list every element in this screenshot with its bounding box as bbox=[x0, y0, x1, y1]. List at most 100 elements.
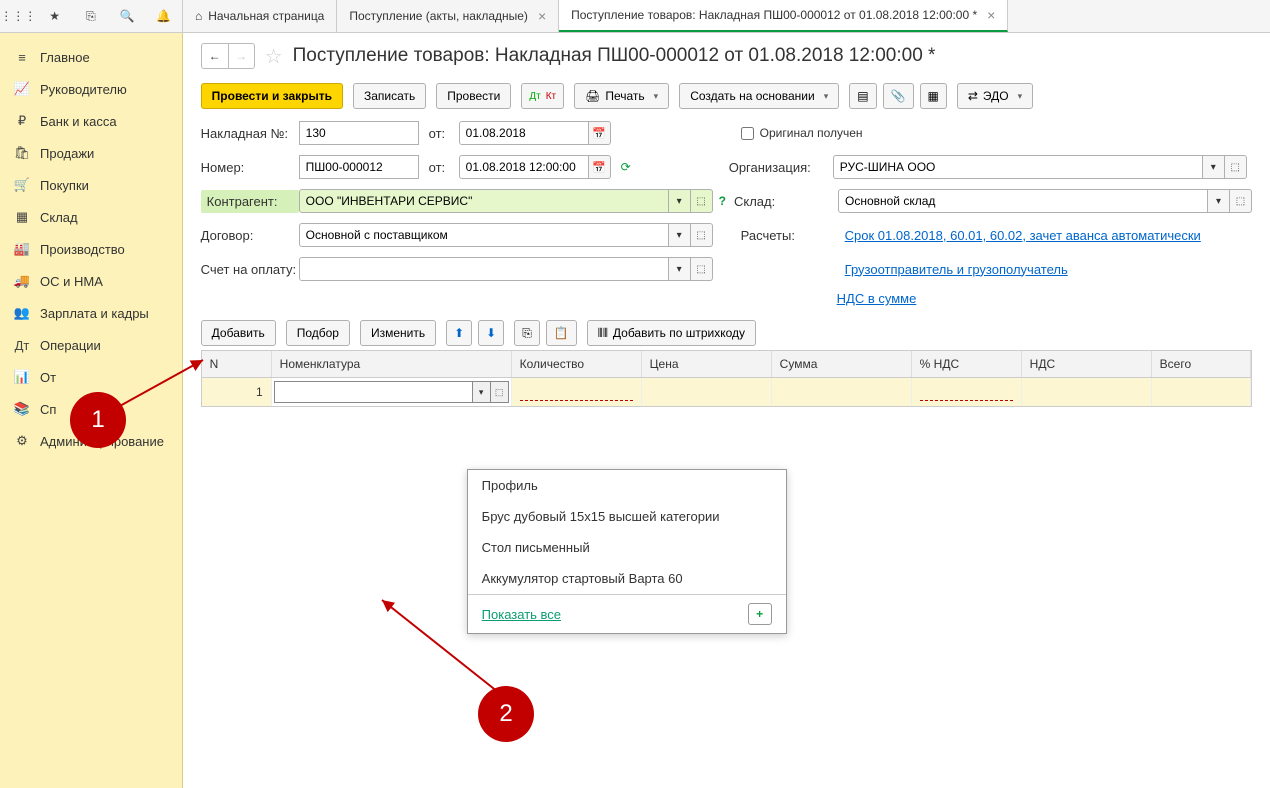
bill-input[interactable] bbox=[299, 257, 669, 281]
open-button[interactable] bbox=[691, 257, 713, 281]
warehouse-input[interactable] bbox=[838, 189, 1208, 213]
number-date-input[interactable] bbox=[459, 155, 589, 179]
create-based-button[interactable]: Создать на основании bbox=[679, 83, 839, 109]
ops-icon: Дт bbox=[14, 337, 30, 353]
favorite-icon[interactable]: ☆ bbox=[265, 44, 283, 69]
copy-button[interactable]: ⎘ bbox=[514, 320, 540, 346]
invoice-no-input[interactable] bbox=[299, 121, 419, 145]
sidebar-item-salary[interactable]: 👥Зарплата и кадры bbox=[0, 297, 182, 329]
post-and-close-button[interactable]: Провести и закрыть bbox=[201, 83, 343, 109]
cell-quantity[interactable] bbox=[512, 378, 642, 406]
nav-forward[interactable]: → bbox=[228, 44, 254, 68]
list-button[interactable]: ▦ bbox=[920, 83, 947, 109]
sidebar-item-assets[interactable]: 🚚ОС и НМА bbox=[0, 265, 182, 297]
add-row-button[interactable]: Добавить bbox=[201, 320, 276, 346]
save-button[interactable]: Записать bbox=[353, 83, 426, 109]
dropdown-item[interactable]: Стол письменный bbox=[468, 532, 786, 563]
counterparty-label: Контрагент: bbox=[201, 190, 299, 213]
tab-home[interactable]: ⌂ Начальная страница bbox=[183, 0, 337, 32]
add-new-button[interactable]: + bbox=[748, 603, 772, 625]
cell-total[interactable] bbox=[1152, 378, 1251, 406]
pick-button[interactable]: Подбор bbox=[286, 320, 350, 346]
cell-price[interactable] bbox=[642, 378, 772, 406]
registry-button[interactable]: ▤ bbox=[849, 83, 876, 109]
dropdown-item[interactable]: Аккумулятор стартовый Варта 60 bbox=[468, 563, 786, 594]
original-received-checkbox[interactable]: Оригинал получен bbox=[741, 126, 863, 140]
drop-button[interactable]: ▾ bbox=[669, 257, 691, 281]
open-button[interactable] bbox=[691, 189, 713, 213]
cell-sum[interactable] bbox=[772, 378, 912, 406]
sidebar-item-reports[interactable]: 📊От bbox=[0, 361, 182, 393]
show-all-link[interactable]: Показать все bbox=[482, 607, 561, 622]
org-input[interactable] bbox=[833, 155, 1203, 179]
dropdown-item[interactable]: Профиль bbox=[468, 470, 786, 501]
close-icon[interactable]: × bbox=[538, 8, 546, 24]
nav-back[interactable]: ← bbox=[202, 44, 228, 68]
calc-link[interactable]: Срок 01.08.2018, 60.01, 60.02, зачет ава… bbox=[845, 228, 1201, 243]
counterparty-input[interactable] bbox=[299, 189, 669, 213]
open-button[interactable] bbox=[691, 223, 713, 247]
number-input[interactable] bbox=[299, 155, 419, 179]
change-button[interactable]: Изменить bbox=[360, 320, 436, 346]
open-button[interactable] bbox=[1225, 155, 1247, 179]
drop-button[interactable]: ▾ bbox=[1203, 155, 1225, 179]
dtkt-button[interactable]: ДтКт bbox=[521, 83, 564, 109]
close-icon[interactable]: × bbox=[987, 7, 995, 23]
sidebar-item-operations[interactable]: ДтОперации bbox=[0, 329, 182, 361]
col-n[interactable]: N bbox=[202, 351, 272, 377]
sidebar-item-sales[interactable]: 🛍Продажи bbox=[0, 137, 182, 169]
edo-button[interactable]: ⇄ЭДО bbox=[957, 83, 1033, 109]
tab-home-label: Начальная страница bbox=[208, 9, 324, 23]
cell-nomenclature[interactable]: ▾ ⬚ bbox=[272, 378, 512, 406]
vat-link[interactable]: НДС в сумме bbox=[837, 291, 917, 306]
drop-button[interactable]: ▾ bbox=[669, 223, 691, 247]
search-icon[interactable]: 🔍 bbox=[119, 8, 135, 24]
move-up-button[interactable]: ⬆ bbox=[446, 320, 472, 346]
cell-n: 1 bbox=[202, 378, 272, 406]
bell-icon[interactable]: 🔔 bbox=[156, 8, 172, 24]
tab-document[interactable]: Поступление товаров: Накладная ПШ00-0000… bbox=[559, 0, 1008, 32]
col-sum[interactable]: Сумма bbox=[772, 351, 912, 377]
paste-button[interactable]: 📋 bbox=[546, 320, 577, 346]
sidebar-item-bank[interactable]: ₽Банк и касса bbox=[0, 105, 182, 137]
col-total[interactable]: Всего bbox=[1152, 351, 1251, 377]
dropdown-item[interactable]: Брус дубовый 15х15 высшей категории bbox=[468, 501, 786, 532]
cell-vat-pct[interactable] bbox=[912, 378, 1022, 406]
open-button[interactable] bbox=[1230, 189, 1252, 213]
sidebar-item-manager[interactable]: 📈Руководителю bbox=[0, 73, 182, 105]
col-vat[interactable]: НДС bbox=[1022, 351, 1152, 377]
drop-button[interactable]: ▾ bbox=[1208, 189, 1230, 213]
help-icon[interactable]: ? bbox=[719, 194, 726, 208]
book-icon: 📚 bbox=[14, 401, 30, 417]
sidebar-item-warehouse[interactable]: ▦Склад bbox=[0, 201, 182, 233]
print-button[interactable]: 🖨Печать bbox=[574, 83, 669, 109]
apps-icon[interactable]: ⋮⋮⋮ bbox=[10, 8, 26, 24]
tab-receipts[interactable]: Поступление (акты, накладные) × bbox=[337, 0, 559, 32]
table-row[interactable]: 1 ▾ ⬚ bbox=[202, 378, 1251, 406]
sidebar-item-main[interactable]: ≡Главное bbox=[0, 41, 182, 73]
sidebar-item-production[interactable]: 🏭Производство bbox=[0, 233, 182, 265]
col-price[interactable]: Цена bbox=[642, 351, 772, 377]
calendar-button[interactable] bbox=[589, 121, 611, 145]
star-icon[interactable]: ★ bbox=[47, 8, 63, 24]
add-by-barcode-button[interactable]: ⫴⫴ Добавить по штрихкоду bbox=[587, 320, 756, 346]
move-down-button[interactable]: ⬇ bbox=[478, 320, 504, 346]
col-quantity[interactable]: Количество bbox=[512, 351, 642, 377]
invoice-date-input[interactable] bbox=[459, 121, 589, 145]
drop-button[interactable]: ▾ bbox=[473, 381, 491, 403]
col-vat-pct[interactable]: % НДС bbox=[912, 351, 1022, 377]
col-nomenclature[interactable]: Номенклатура bbox=[272, 351, 512, 377]
post-button[interactable]: Провести bbox=[436, 83, 511, 109]
calendar-button[interactable] bbox=[589, 155, 611, 179]
contract-input[interactable] bbox=[299, 223, 669, 247]
drop-button[interactable]: ▾ bbox=[669, 189, 691, 213]
open-button[interactable]: ⬚ bbox=[491, 381, 509, 403]
original-checkbox-input[interactable] bbox=[741, 127, 754, 140]
cell-vat[interactable] bbox=[1022, 378, 1152, 406]
clipboard-icon[interactable]: ⎘ bbox=[83, 8, 99, 24]
sidebar-item-purchases[interactable]: 🛒Покупки bbox=[0, 169, 182, 201]
refresh-icon[interactable]: ⟳ bbox=[621, 160, 631, 174]
nomenclature-input[interactable] bbox=[274, 381, 473, 403]
shipper-link[interactable]: Грузоотправитель и грузополучатель bbox=[845, 262, 1068, 277]
attach-button[interactable]: 📎 bbox=[883, 83, 914, 109]
